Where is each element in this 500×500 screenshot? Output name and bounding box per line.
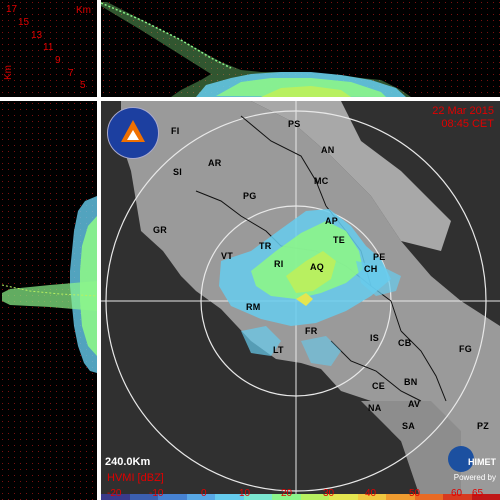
city-label-SI: SI bbox=[173, 167, 182, 177]
city-label-SA: SA bbox=[402, 421, 415, 431]
city-label-PZ: PZ bbox=[477, 421, 489, 431]
city-label-FG: FG bbox=[459, 344, 472, 354]
radar-map[interactable]: PS FI AN AR SI MC PG GR AP TE TR VT RI A… bbox=[101, 101, 500, 500]
left-profile-graphic bbox=[0, 101, 97, 500]
logo-inner-icon bbox=[127, 130, 139, 140]
scale-tick-5: 30 bbox=[323, 488, 335, 499]
height-label-2: 13 bbox=[31, 30, 43, 41]
city-label-CH: CH bbox=[364, 264, 378, 274]
timestamp: 22 Mar 2015 08:45 CET bbox=[432, 105, 494, 131]
city-label-MC: MC bbox=[314, 176, 329, 186]
height-scale-corner: 17 15 13 11 9 7 5 Km Km bbox=[0, 0, 97, 97]
city-label-BN: BN bbox=[404, 377, 418, 387]
scale-tick-0: -20 bbox=[107, 488, 122, 499]
scale-tick-9: 65 bbox=[472, 488, 484, 499]
height-label-5: 7 bbox=[68, 68, 74, 79]
scale-tick-8: 60 bbox=[451, 488, 463, 499]
height-label-0: 17 bbox=[6, 4, 18, 15]
time-label: 08:45 CET bbox=[441, 118, 494, 130]
scale-tick-3: 10 bbox=[239, 488, 251, 499]
city-label-PS: PS bbox=[288, 119, 301, 129]
city-label-RM: RM bbox=[246, 302, 261, 312]
himet-brand-label: HIMET bbox=[468, 457, 496, 467]
height-label-6: 5 bbox=[80, 80, 86, 91]
city-label-AR: AR bbox=[208, 158, 222, 168]
map-graphic bbox=[101, 101, 500, 500]
city-label-GR: GR bbox=[153, 225, 167, 235]
range-label: 240.0Km bbox=[105, 456, 151, 468]
east-west-profile bbox=[0, 101, 97, 500]
city-label-AN: AN bbox=[321, 145, 335, 155]
protezione-civile-logo bbox=[107, 107, 159, 159]
product-label: HVMI [dBZ] bbox=[107, 472, 164, 484]
city-label-VT: VT bbox=[221, 251, 233, 261]
city-label-TR: TR bbox=[259, 241, 272, 251]
scale-tick-7: 50 bbox=[409, 488, 421, 499]
city-label-FI: FI bbox=[171, 126, 180, 136]
city-label-NA: NA bbox=[368, 403, 382, 413]
height-label-3: 11 bbox=[43, 42, 54, 53]
city-label-IS: IS bbox=[370, 333, 379, 343]
city-label-PE: PE bbox=[373, 252, 386, 262]
scale-tick-2: 0 bbox=[201, 488, 207, 499]
city-label-FR: FR bbox=[305, 326, 318, 336]
city-label-RI: RI bbox=[274, 259, 284, 269]
city-label-TE: TE bbox=[333, 235, 345, 245]
km-label-y: Km bbox=[3, 65, 14, 80]
km-label-x: Km bbox=[76, 5, 91, 16]
city-label-AV: AV bbox=[408, 399, 421, 409]
date-label: 22 Mar 2015 bbox=[432, 105, 494, 117]
city-label-AP: AP bbox=[325, 216, 338, 226]
scale-tick-6: 40 bbox=[365, 488, 377, 499]
powered-by-label: Powered by bbox=[453, 473, 496, 482]
city-label-PG: PG bbox=[243, 191, 257, 201]
height-label-4: 9 bbox=[55, 55, 61, 66]
city-label-AQ: AQ bbox=[310, 262, 324, 272]
city-label-LT: LT bbox=[273, 345, 284, 355]
scale-tick-4: 20 bbox=[281, 488, 293, 499]
north-south-profile bbox=[101, 0, 500, 97]
scale-tick-1: -10 bbox=[149, 488, 164, 499]
top-profile-graphic bbox=[101, 0, 500, 97]
city-label-CB: CB bbox=[398, 338, 412, 348]
height-label-1: 15 bbox=[18, 17, 30, 28]
city-label-CE: CE bbox=[372, 381, 385, 391]
